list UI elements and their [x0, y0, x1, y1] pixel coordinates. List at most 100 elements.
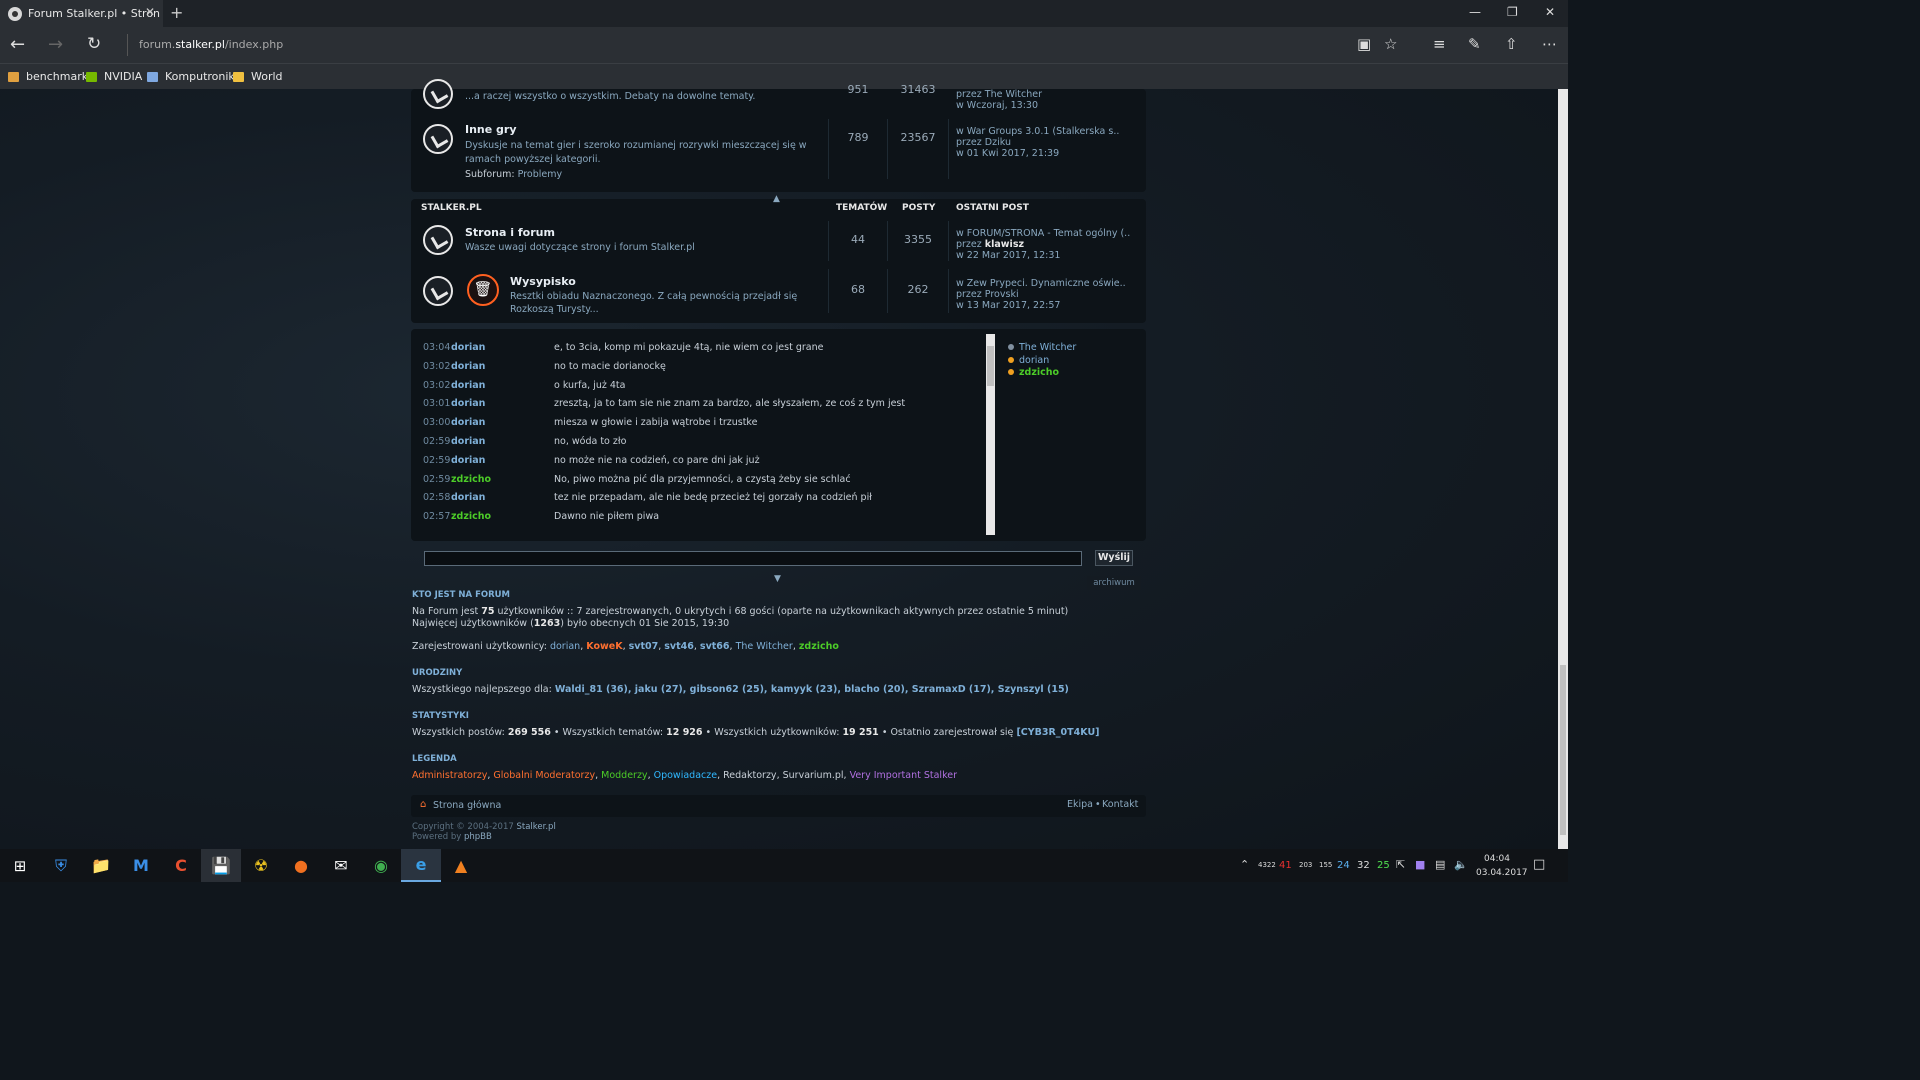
malwarebytes-icon[interactable]: M — [121, 849, 161, 882]
volume-icon[interactable]: 🔈 — [1454, 858, 1468, 871]
favorite-benchmark[interactable]: benchmark — [8, 70, 88, 83]
maximize-icon[interactable]: ❐ — [1507, 5, 1518, 19]
legend-group-link[interactable]: Administratorzy — [412, 770, 487, 781]
last-post-topic[interactable]: w FORUM/STRONA - Temat ogólny (.. — [956, 228, 1130, 239]
team-link[interactable]: Ekipa — [1067, 799, 1093, 810]
vlc-icon[interactable]: ▲ — [441, 849, 481, 882]
subforum-link[interactable]: Problemy — [518, 169, 562, 180]
registered-user-link[interactable]: The Witcher — [736, 641, 793, 652]
new-tab-button[interactable]: + — [170, 3, 183, 22]
back-arrow-icon[interactable]: ← — [10, 34, 25, 55]
scrollbar-thumb[interactable] — [1560, 665, 1566, 835]
shout-user[interactable]: dorian — [451, 380, 485, 391]
forum-title[interactable]: Inne gry — [465, 123, 517, 136]
divider — [948, 119, 949, 179]
shoutbox-scroll-thumb[interactable] — [987, 346, 994, 386]
last-post-topic[interactable]: w War Groups 3.0.1 (Stalkerska s.. — [956, 126, 1119, 137]
shout-user[interactable]: dorian — [451, 398, 485, 409]
legend-group-link[interactable]: Modderzy — [601, 770, 647, 781]
ccleaner-icon[interactable]: C — [161, 849, 201, 882]
tab-close-icon[interactable]: ✕ — [145, 5, 155, 19]
shout-time: 02:59 — [423, 436, 451, 447]
birthday-users[interactable]: Waldi_81 (36), jaku (27), gibson62 (25),… — [555, 684, 1069, 695]
mail-icon[interactable]: ✉ — [321, 849, 361, 882]
nvidia-icon — [86, 71, 97, 82]
clock-time[interactable]: 04:04 — [1476, 854, 1518, 864]
shout-user[interactable]: dorian — [451, 361, 485, 372]
forum-title[interactable]: Strona i forum — [465, 226, 555, 239]
registered-user-link[interactable]: zdzicho — [799, 641, 839, 652]
refresh-icon[interactable]: ↻ — [87, 34, 101, 54]
hub-icon[interactable]: ≡ — [1433, 35, 1446, 53]
web-note-icon[interactable]: ✎ — [1468, 35, 1481, 53]
app-tray-icon[interactable]: ■ — [1415, 858, 1425, 871]
shout-user[interactable]: zdzicho — [451, 511, 491, 522]
defender-icon[interactable]: ⛨ — [41, 849, 81, 882]
shout-user[interactable]: dorian — [451, 342, 485, 353]
legend-group-link[interactable]: Redaktorzy — [723, 770, 776, 781]
archive-button[interactable]: archiwum — [1087, 576, 1141, 590]
shoutbox-input[interactable] — [424, 551, 1082, 566]
save-disk-icon[interactable]: 💾 — [201, 849, 241, 882]
windows-start-icon[interactable]: ⊞ — [0, 849, 40, 882]
file-explorer-icon[interactable]: 📁 — [81, 849, 121, 882]
registered-user-link[interactable]: svt07 — [629, 641, 659, 652]
legend-group-link[interactable]: Opowiadacze — [654, 770, 717, 781]
last-post-author: przez klawisz — [956, 239, 1024, 250]
shout-message: 02:59 dorian no może nie na codzień, co pa… — [423, 455, 993, 469]
clock-date[interactable]: 03.04.2017 — [1476, 868, 1528, 878]
forward-arrow-icon[interactable]: → — [48, 34, 63, 55]
column-posts-header: POSTY — [902, 203, 936, 213]
last-post-topic[interactable]: w Zew Prypeci. Dynamiczne oświe.. — [956, 278, 1126, 289]
collapse-down-icon[interactable]: ▼ — [774, 574, 781, 584]
registered-user-link[interactable]: svt66 — [700, 641, 730, 652]
shout-user[interactable]: zdzicho — [451, 474, 491, 485]
legend-group-link[interactable]: Very Important Stalker — [850, 770, 957, 781]
online-user[interactable]: dorian — [1008, 355, 1049, 366]
shout-user[interactable]: dorian — [451, 492, 485, 503]
firefox-icon[interactable]: ● — [281, 849, 321, 882]
monitor-icon[interactable]: ▤ — [1435, 858, 1445, 871]
browser-tab[interactable]: Forum Stalker.pl • Stron ✕ — [0, 0, 163, 27]
more-menu-icon[interactable]: ⋯ — [1542, 35, 1557, 53]
newest-user-link[interactable]: [CYB3R_0T4KU] — [1016, 727, 1099, 738]
legend-group-link[interactable]: Survarium.pl — [783, 770, 844, 781]
shout-user[interactable]: dorian — [451, 455, 485, 466]
last-post-author[interactable]: przez The Witcher — [956, 89, 1042, 100]
edge-icon[interactable]: e — [401, 849, 441, 882]
last-post-date: w Wczoraj, 13:30 — [956, 100, 1038, 111]
tray-expand-icon[interactable]: ⌃ — [1240, 858, 1249, 871]
online-user[interactable]: The Witcher — [1008, 342, 1076, 353]
notification-center-icon[interactable]: □ — [1533, 857, 1545, 872]
network-icon[interactable]: ⇱ — [1396, 858, 1405, 871]
favorite-nvidia[interactable]: NVIDIA — [86, 70, 142, 83]
registered-user-link[interactable]: KoweK — [586, 641, 622, 652]
shoutbox-scrollbar[interactable] — [986, 334, 995, 535]
online-user[interactable]: zdzicho — [1008, 367, 1059, 378]
registered-user-link[interactable]: svt46 — [664, 641, 694, 652]
legend-group-link[interactable]: Globalni Moderatorzy — [493, 770, 595, 781]
shout-time: 03:02 — [423, 360, 451, 372]
url-field[interactable]: forum.stalker.pl/index.php — [139, 38, 283, 51]
send-button[interactable]: Wyślij — [1095, 550, 1133, 566]
shout-user[interactable]: dorian — [451, 436, 485, 447]
chrome-icon[interactable]: ◉ — [361, 849, 401, 882]
contact-link[interactable]: Kontakt — [1102, 799, 1138, 810]
favorite-world[interactable]: World — [233, 70, 283, 83]
minimize-icon[interactable]: — — [1469, 5, 1481, 19]
favorite-star-icon[interactable]: ☆ — [1384, 35, 1397, 53]
topics-count: 951 — [847, 83, 869, 96]
collapse-up-icon[interactable]: ▲ — [773, 194, 780, 204]
category-title[interactable]: STALKER.PL — [421, 203, 482, 213]
favorite-komputronik[interactable]: Komputronik — [147, 70, 235, 83]
shout-user[interactable]: dorian — [451, 417, 485, 428]
registered-user-link[interactable]: dorian — [550, 641, 580, 652]
window-close-icon[interactable]: ✕ — [1545, 5, 1555, 19]
whois-heading[interactable]: KTO JEST NA FORUM — [412, 590, 510, 600]
share-icon[interactable]: ⇧ — [1505, 35, 1518, 53]
home-link[interactable]: Strona główna — [433, 800, 501, 811]
stalker-radiation-icon[interactable]: ☢ — [241, 849, 281, 882]
page-scrollbar[interactable] — [1558, 89, 1568, 849]
reading-view-icon[interactable]: ▣ — [1357, 35, 1371, 53]
forum-title[interactable]: Wysypisko — [510, 275, 576, 288]
